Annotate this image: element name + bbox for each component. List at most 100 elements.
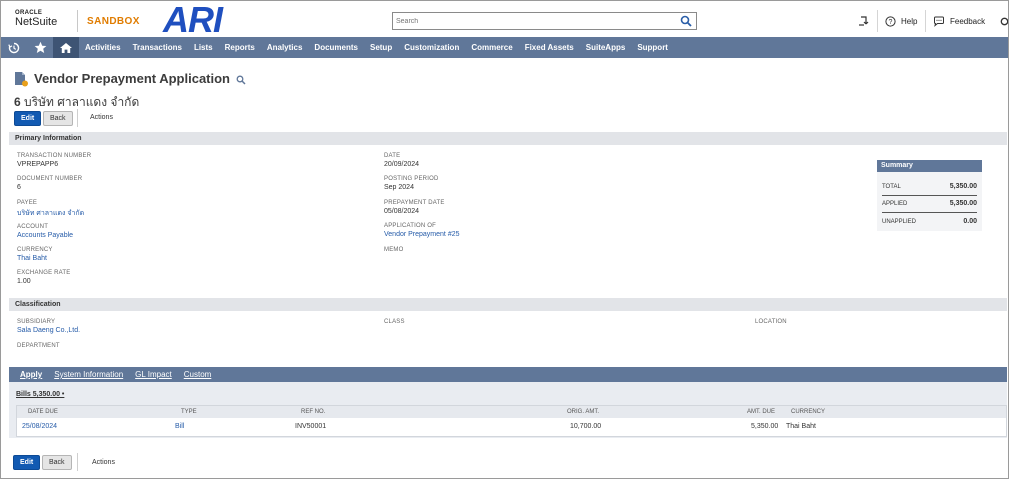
actions-menu[interactable]: Actions <box>90 114 113 121</box>
help-label[interactable]: Help <box>901 17 917 26</box>
svg-text:?: ? <box>889 19 893 26</box>
transaction-number-label: TRANSACTION NUMBER <box>17 153 92 159</box>
document-number-label: DOCUMENT NUMBER <box>17 176 83 182</box>
posting-period-label: POSTING PERIOD <box>384 176 439 182</box>
settings-icon[interactable] <box>999 16 1009 27</box>
primary-information-header[interactable]: Primary Information <box>9 132 1007 145</box>
top-header: ORACLE NetSuite SANDBOX ARI ? Help <box>1 0 1009 40</box>
classification-header[interactable]: Classification <box>9 298 1007 311</box>
nav-item-reports[interactable]: Reports <box>219 37 261 58</box>
subtab-bar: Apply System Information GL Impact Custo… <box>9 367 1007 382</box>
nav-item-support[interactable]: Support <box>631 37 674 58</box>
nav-item-transactions[interactable]: Transactions <box>127 37 188 58</box>
help-link[interactable]: ? Help <box>885 14 917 28</box>
nav-item-fixed-assets[interactable]: Fixed Assets <box>519 37 580 58</box>
back-button-bottom[interactable]: Back <box>42 455 72 470</box>
summary-total-label: TOTAL <box>882 184 901 190</box>
currency-link[interactable]: Thai Baht <box>17 255 47 262</box>
back-button[interactable]: Back <box>43 111 73 126</box>
feedback-icon <box>934 16 944 27</box>
subsidiary-link[interactable]: Sala Daeng Co.,Ltd. <box>17 327 80 334</box>
tab-gl-impact[interactable]: GL Impact <box>129 367 178 382</box>
row-type-link[interactable]: Bill <box>175 423 184 430</box>
row-orig-amt: 10,700.00 <box>570 423 602 430</box>
nav-item-suiteapps[interactable]: SuiteApps <box>580 37 632 58</box>
feedback-label[interactable]: Feedback <box>950 17 985 26</box>
column-header-type[interactable]: TYPE <box>181 409 197 415</box>
summary-divider <box>882 212 977 213</box>
summary-panel: Summary TOTAL 5,350.00 APPLIED 5,350.00 … <box>877 160 982 231</box>
row-amt-due: 5,350.00 <box>751 423 779 430</box>
memo-label: MEMO <box>384 247 404 253</box>
subsidiary-label: SUBSIDIARY <box>17 319 56 325</box>
header-divider-2 <box>877 10 878 32</box>
row-ref-no: INV50001 <box>295 423 327 430</box>
star-icon <box>34 41 46 53</box>
nav-item-commerce[interactable]: Commerce <box>465 37 518 58</box>
record-name: บริษัท ศาลาแดง จำกัด <box>24 95 140 109</box>
nav-item-setup[interactable]: Setup <box>364 37 398 58</box>
bills-sublist-title[interactable]: Bills 5,350.00 • <box>16 391 64 398</box>
netsuite-wordmark: NetSuite <box>15 16 58 28</box>
app-window: ORACLE NetSuite SANDBOX ARI ? Help <box>0 0 1009 479</box>
page-title: Vendor Prepayment Application <box>34 71 231 86</box>
help-icon: ? <box>885 15 896 27</box>
history-icon <box>8 42 20 53</box>
search-icon[interactable] <box>236 75 246 85</box>
date-label: DATE <box>384 153 401 159</box>
nav-item-analytics[interactable]: Analytics <box>261 37 309 58</box>
account-link[interactable]: Accounts Payable <box>17 232 73 239</box>
summary-applied-label: APPLIED <box>882 201 908 207</box>
actions-menu-bottom[interactable]: Actions <box>92 459 115 466</box>
summary-title: Summary <box>877 160 982 172</box>
class-label: CLASS <box>384 319 405 325</box>
nav-recent-button[interactable] <box>1 37 27 58</box>
feedback-link[interactable]: Feedback <box>933 14 985 28</box>
column-header-amt-due[interactable]: AMT. DUE <box>747 409 775 415</box>
tab-system-information[interactable]: System Information <box>48 367 129 382</box>
table-header-row: DATE DUE TYPE REF NO. ORIG. AMT. AMT. DU… <box>17 406 1006 418</box>
search-icon[interactable] <box>680 15 692 27</box>
row-date-due-link[interactable]: 25/08/2024 <box>22 423 57 430</box>
department-label: DEPARTMENT <box>17 343 60 349</box>
column-header-date-due[interactable]: DATE DUE <box>28 409 58 415</box>
currency-label: CURRENCY <box>17 247 53 253</box>
nav-item-lists[interactable]: Lists <box>188 37 219 58</box>
main-navigation: Activities Transactions Lists Reports An… <box>1 37 1008 58</box>
summary-divider <box>882 195 977 196</box>
nav-item-customization[interactable]: Customization <box>398 37 465 58</box>
exchange-rate-label: EXCHANGE RATE <box>17 270 71 276</box>
column-header-orig-amt[interactable]: ORIG. AMT. <box>567 409 599 415</box>
document-icon <box>15 72 28 87</box>
recent-records-icon[interactable] <box>857 15 869 27</box>
nav-home-button[interactable] <box>53 37 79 58</box>
tab-custom[interactable]: Custom <box>178 367 218 382</box>
nav-item-documents[interactable]: Documents <box>308 37 364 58</box>
prepayment-date-label: PREPAYMENT DATE <box>384 200 445 206</box>
posting-period-value: Sep 2024 <box>384 184 414 191</box>
nav-item-activities[interactable]: Activities <box>79 37 127 58</box>
tab-apply[interactable]: Apply <box>9 367 48 382</box>
settings-button[interactable] <box>999 14 1009 28</box>
bills-table: DATE DUE TYPE REF NO. ORIG. AMT. AMT. DU… <box>16 405 1007 437</box>
payee-link[interactable]: บริษัท ศาลาแดง จำกัด <box>17 208 84 219</box>
sandbox-badge: SANDBOX <box>87 16 140 27</box>
global-search[interactable] <box>392 12 697 30</box>
exchange-rate-value: 1.00 <box>17 278 31 285</box>
company-logo: ARI <box>163 0 223 40</box>
home-icon <box>60 42 72 53</box>
edit-button[interactable]: Edit <box>14 111 42 126</box>
header-divider-3 <box>925 10 926 32</box>
column-header-currency[interactable]: CURRENCY <box>791 409 825 415</box>
edit-button-bottom[interactable]: Edit <box>13 455 41 470</box>
row-currency: Thai Baht <box>786 423 816 430</box>
column-header-ref-no[interactable]: REF NO. <box>301 409 325 415</box>
application-of-link[interactable]: Vendor Prepayment #25 <box>384 231 460 238</box>
nav-favorites-button[interactable] <box>27 37 53 58</box>
recent-records-button[interactable] <box>857 14 869 28</box>
search-input[interactable] <box>393 13 673 29</box>
account-label: ACCOUNT <box>17 224 49 230</box>
location-label: LOCATION <box>755 319 787 325</box>
summary-unapplied-label: UNAPPLIED <box>882 219 917 225</box>
payee-label: PAYEE <box>17 200 38 206</box>
